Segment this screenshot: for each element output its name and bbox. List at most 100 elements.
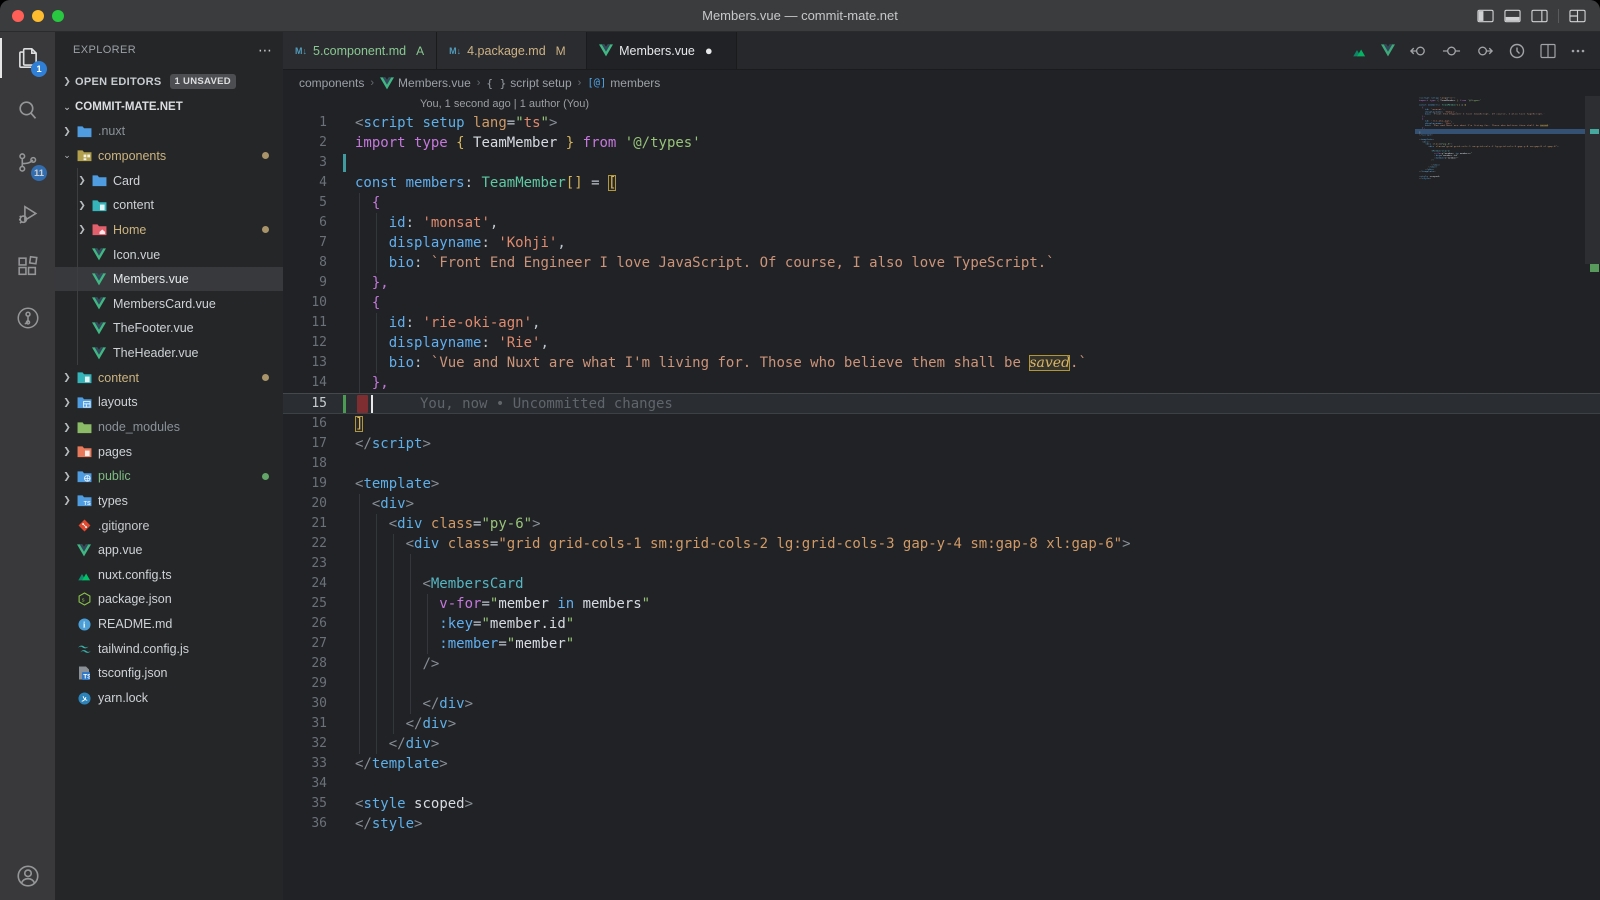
code-editor[interactable]: You, 1 second ago | 1 author (You) 1<scr…	[283, 96, 1600, 900]
code-line-20[interactable]: 20 <div>	[283, 494, 1600, 514]
code-line-7[interactable]: 7 displayname: 'Kohji',	[283, 233, 1600, 253]
sidebar-more-actions-icon[interactable]: ⋯	[258, 42, 273, 59]
tree-item-app-vue[interactable]: app.vue	[55, 538, 283, 563]
layout-panel-icon[interactable]	[1504, 9, 1521, 23]
overview-ruler[interactable]	[1585, 96, 1600, 900]
code-line-12[interactable]: 12 displayname: 'Rie',	[283, 333, 1600, 353]
code-line-35[interactable]: 35<style scoped>	[283, 794, 1600, 814]
breadcrumb-item-members[interactable]: [@]members	[587, 76, 660, 90]
code-line-36[interactable]: 36</style>	[283, 814, 1600, 834]
code-line-10[interactable]: 10 {	[283, 293, 1600, 313]
md-icon: M↓	[295, 46, 307, 56]
breadcrumb-item-components[interactable]: components	[299, 76, 364, 90]
tree-item-home[interactable]: ❯Home	[55, 218, 283, 243]
code-line-34[interactable]: 34	[283, 774, 1600, 794]
tree-item-readme-md[interactable]: iREADME.md	[55, 612, 283, 637]
activity-item-source-control[interactable]: 11	[0, 136, 55, 188]
code-line-9[interactable]: 9 },	[283, 273, 1600, 293]
tree-item--gitignore[interactable]: .gitignore	[55, 513, 283, 538]
nuxt-icon[interactable]	[1352, 45, 1367, 57]
tab-4-package-md[interactable]: M↓4.package.mdM	[437, 32, 587, 69]
code-line-1[interactable]: 1<script setup lang="ts">	[283, 113, 1600, 133]
code-line-4[interactable]: 4const members: TeamMember[] = [	[283, 173, 1600, 193]
gitlens-codelens[interactable]: You, 1 second ago | 1 author (You)	[283, 96, 1600, 113]
current-change-icon[interactable]	[1442, 43, 1461, 59]
vue-icon[interactable]	[1381, 44, 1395, 57]
split-editor-icon[interactable]	[1540, 43, 1556, 59]
scrollbar-thumb[interactable]	[1585, 96, 1600, 264]
history-icon[interactable]	[1508, 43, 1526, 59]
code-line-24[interactable]: 24 <MembersCard	[283, 574, 1600, 594]
tree-item-tsconfig-json[interactable]: TStsconfig.json	[55, 661, 283, 686]
tree-item-memberscard-vue[interactable]: MembersCard.vue	[55, 291, 283, 316]
tree-item-thefooter-vue[interactable]: TheFooter.vue	[55, 316, 283, 341]
minimap[interactable]: <script setup lang="ts">import type { Te…	[1415, 96, 1585, 900]
workspace-root-row[interactable]: ⌄ COMMIT-MATE.NET	[55, 95, 283, 119]
code-line-2[interactable]: 2import type { TeamMember } from '@/type…	[283, 133, 1600, 153]
tree-item-nuxt-config-ts[interactable]: nuxt.config.ts	[55, 563, 283, 588]
code-line-16[interactable]: 16]	[283, 414, 1600, 434]
breadcrumb-item-script-setup[interactable]: { }script setup	[486, 76, 571, 90]
layout-sidebar-left-icon[interactable]	[1477, 9, 1494, 23]
code-line-33[interactable]: 33</template>	[283, 754, 1600, 774]
code-line-15[interactable]: 15You, now • Uncommitted changes	[283, 393, 1600, 414]
layout-sidebar-right-icon[interactable]	[1531, 9, 1548, 23]
code-line-17[interactable]: 17</script>	[283, 434, 1600, 454]
tree-item-public[interactable]: ❯public	[55, 464, 283, 489]
code-line-32[interactable]: 32 </div>	[283, 734, 1600, 754]
tree-item-theheader-vue[interactable]: TheHeader.vue	[55, 341, 283, 366]
activity-item-accounts[interactable]	[0, 852, 55, 900]
code-area: 1<script setup lang="ts">2import type { …	[283, 113, 1600, 834]
code-line-19[interactable]: 19<template>	[283, 474, 1600, 494]
open-editors-section[interactable]: ❯ OPEN EDITORS 1 UNSAVED	[55, 68, 283, 95]
dirty-indicator-icon[interactable]: ●	[705, 43, 713, 58]
tree-item-card[interactable]: ❯Card	[55, 168, 283, 193]
tree-item-layouts[interactable]: ❯layouts	[55, 390, 283, 415]
tab-5-component-md[interactable]: M↓5.component.mdA	[283, 32, 437, 69]
code-line-26[interactable]: 26 :key="member.id"	[283, 614, 1600, 634]
minimize-window-button[interactable]	[32, 10, 44, 22]
activity-item-extensions[interactable]	[0, 240, 55, 292]
code-line-28[interactable]: 28 />	[283, 654, 1600, 674]
code-line-21[interactable]: 21 <div class="py-6">	[283, 514, 1600, 534]
tree-item-components[interactable]: ⌄components	[55, 144, 283, 169]
close-window-button[interactable]	[12, 10, 24, 22]
tree-item-package-json[interactable]: spackage.json	[55, 587, 283, 612]
code-line-22[interactable]: 22 <div class="grid grid-cols-1 sm:grid-…	[283, 534, 1600, 554]
activity-item-explorer[interactable]: 1	[0, 32, 55, 84]
breadcrumb-item-members-vue[interactable]: Members.vue	[380, 76, 471, 90]
next-change-icon[interactable]	[1475, 43, 1494, 59]
tree-item-icon-vue[interactable]: Icon.vue	[55, 242, 283, 267]
tree-item-content[interactable]: ❯content	[55, 193, 283, 218]
tab-members-vue[interactable]: Members.vue●	[587, 32, 737, 69]
code-line-29[interactable]: 29	[283, 674, 1600, 694]
code-line-11[interactable]: 11 id: 'rie-oki-agn',	[283, 313, 1600, 333]
tree-item-node-modules[interactable]: ❯node_modules	[55, 415, 283, 440]
tree-item--nuxt[interactable]: ❯.nuxt	[55, 119, 283, 144]
tree-item-pages[interactable]: ❯pages	[55, 439, 283, 464]
code-line-25[interactable]: 25 v-for="member in members"	[283, 594, 1600, 614]
tree-item-tailwind-config-js[interactable]: tailwind.config.js	[55, 636, 283, 661]
code-line-13[interactable]: 13 bio: `Vue and Nuxt are what I'm livin…	[283, 353, 1600, 373]
tree-item-content[interactable]: ❯content	[55, 365, 283, 390]
prev-change-icon[interactable]	[1409, 43, 1428, 59]
code-line-3[interactable]: 3	[283, 153, 1600, 173]
activity-item-search[interactable]	[0, 84, 55, 136]
tree-item-yarn-lock[interactable]: yarn.lock	[55, 686, 283, 711]
code-line-8[interactable]: 8 bio: `Front End Engineer I love JavaSc…	[283, 253, 1600, 273]
activity-item-gitlens[interactable]	[0, 292, 55, 344]
more-actions-icon[interactable]	[1570, 43, 1586, 59]
code-line-27[interactable]: 27 :member="member"	[283, 634, 1600, 654]
tree-item-members-vue[interactable]: Members.vue	[55, 267, 283, 292]
code-line-6[interactable]: 6 id: 'monsat',	[283, 213, 1600, 233]
code-line-30[interactable]: 30 </div>	[283, 694, 1600, 714]
activity-item-run-debug[interactable]	[0, 188, 55, 240]
code-line-23[interactable]: 23	[283, 554, 1600, 574]
code-line-31[interactable]: 31 </div>	[283, 714, 1600, 734]
tree-item-types[interactable]: ❯TStypes	[55, 489, 283, 514]
code-line-18[interactable]: 18	[283, 454, 1600, 474]
code-line-14[interactable]: 14 },	[283, 373, 1600, 393]
code-line-5[interactable]: 5 {	[283, 193, 1600, 213]
customize-layout-icon[interactable]	[1569, 9, 1586, 23]
zoom-window-button[interactable]	[52, 10, 64, 22]
